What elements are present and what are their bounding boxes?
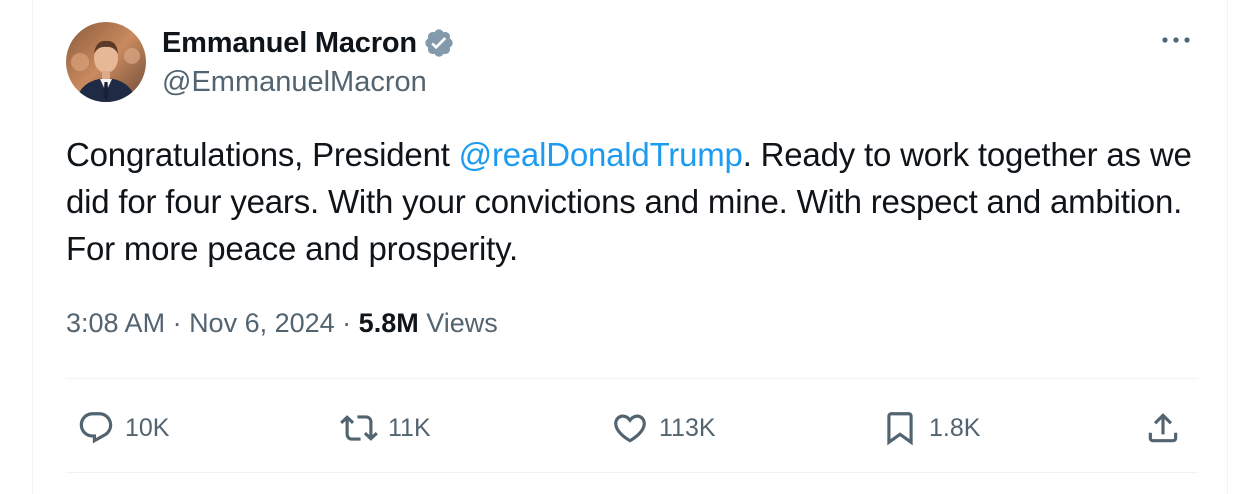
tweet-card: Emmanuel Macron @EmmanuelMacron Congratu… — [32, 0, 1228, 494]
tweet-meta: 3:08 AM · Nov 6, 2024 · 5.8M Views — [66, 308, 498, 339]
tweet-text: Congratulations, President @realDonaldTr… — [66, 131, 1206, 272]
tweet-text-before: Congratulations, President — [66, 136, 459, 173]
mention-link[interactable]: @realDonaldTrump — [459, 136, 743, 173]
retweet-icon — [340, 415, 378, 441]
retweet-button[interactable]: 11K — [340, 403, 431, 453]
reply-icon — [79, 412, 113, 444]
views-count[interactable]: 5.8M — [359, 308, 419, 339]
share-icon — [1148, 413, 1178, 443]
bookmark-count: 1.8K — [929, 413, 981, 442]
display-name[interactable]: Emmanuel Macron — [162, 27, 417, 60]
author-handle[interactable]: @EmmanuelMacron — [162, 66, 427, 99]
views-label: Views — [418, 308, 498, 338]
more-icon[interactable] — [1159, 30, 1193, 50]
like-count: 113K — [659, 413, 716, 442]
bookmark-button[interactable]: 1.8K — [881, 403, 980, 453]
like-button[interactable]: 113K — [611, 403, 716, 453]
meta-separator: · — [165, 308, 190, 338]
verified-badge-icon[interactable] — [423, 27, 455, 59]
reply-count: 10K — [125, 413, 170, 442]
meta-separator: · — [334, 308, 359, 338]
retweet-count: 11K — [388, 413, 431, 442]
action-bar: 10K 11K 113K 1.8K — [66, 403, 1198, 453]
tweet-time[interactable]: 3:08 AM — [66, 308, 165, 339]
reply-button[interactable]: 10K — [77, 403, 169, 453]
divider — [66, 378, 1198, 379]
share-button[interactable] — [1144, 403, 1182, 453]
divider — [66, 472, 1198, 473]
bookmark-icon — [887, 412, 913, 446]
avatar[interactable] — [66, 22, 146, 102]
tweet-date[interactable]: Nov 6, 2024 — [189, 308, 335, 339]
avatar-image — [66, 22, 146, 102]
author-name-row: Emmanuel Macron — [162, 25, 455, 61]
heart-icon — [614, 414, 646, 443]
